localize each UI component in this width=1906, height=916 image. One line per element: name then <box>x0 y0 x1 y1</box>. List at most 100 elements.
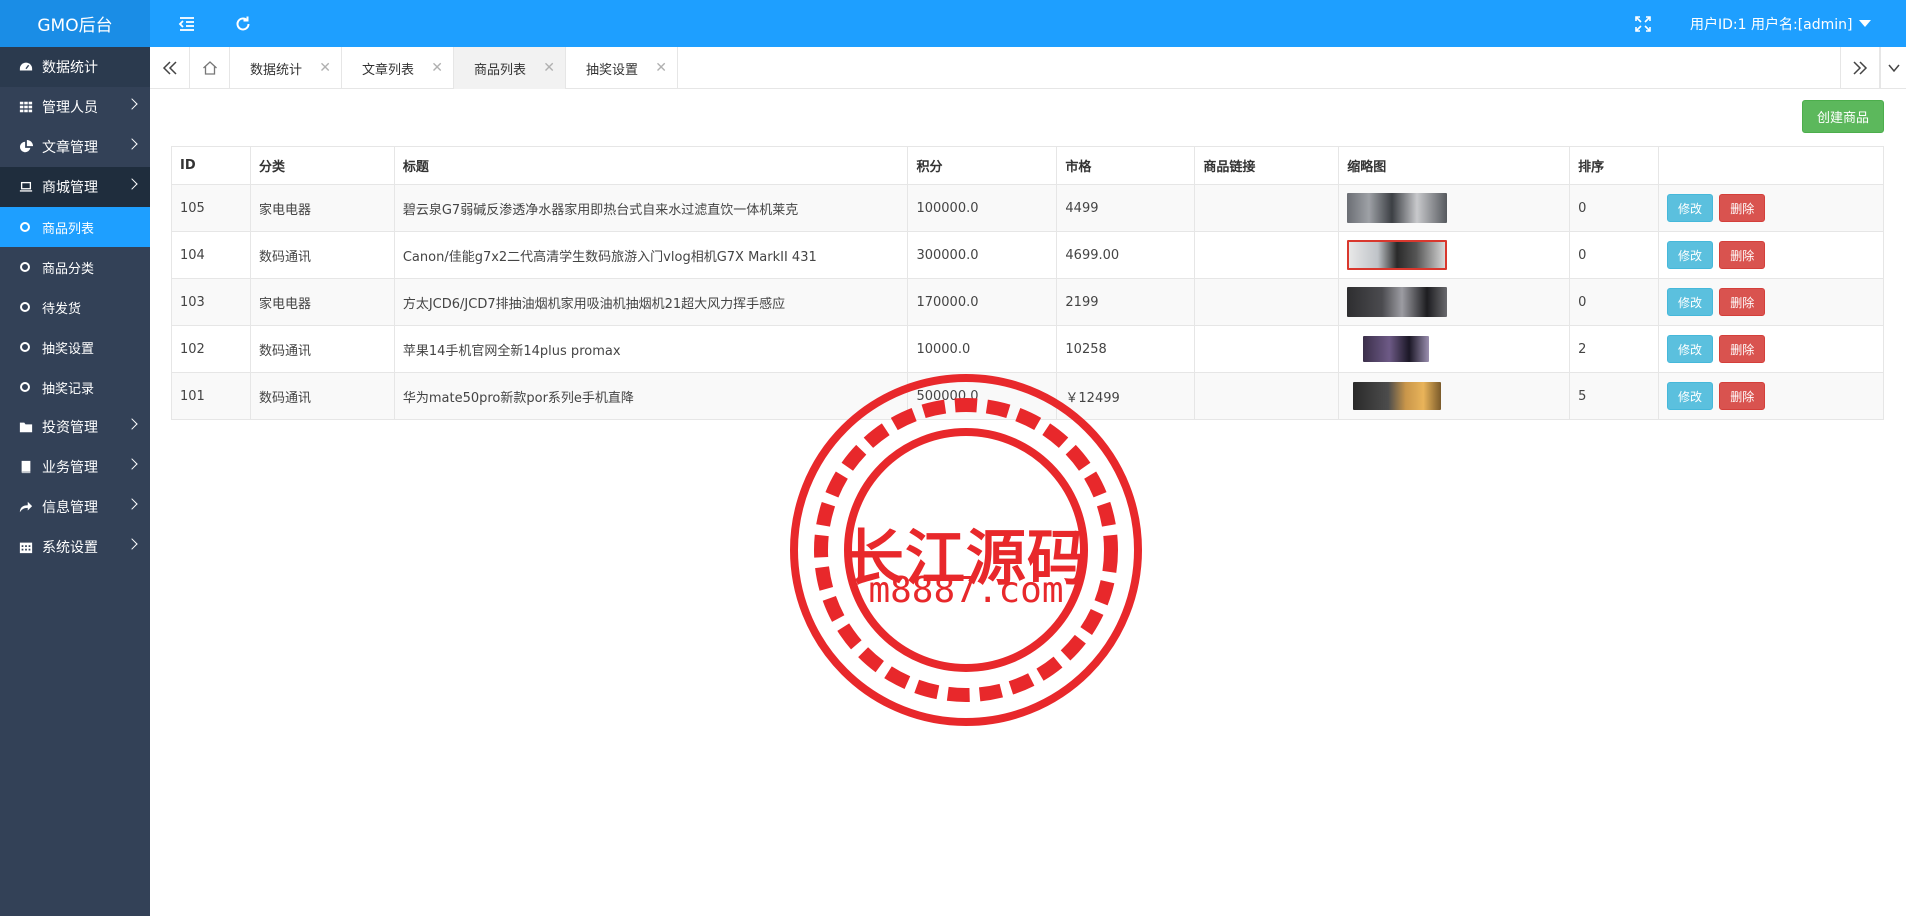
sidebar-item-label: 管理人员 <box>42 100 98 116</box>
sidebar-subitem-label: 商品列表 <box>42 221 95 237</box>
tab-article-list[interactable]: 文章列表 ✕ <box>342 47 454 89</box>
cell-id: 105 <box>171 184 251 232</box>
sidebar-subitem-lottery-settings[interactable]: 抽奖设置 <box>0 327 150 367</box>
cell-sort: 0 <box>1569 231 1660 279</box>
sidebar-subitem-label: 商品分类 <box>42 261 95 277</box>
close-icon[interactable]: ✕ <box>319 60 331 76</box>
sidebar-subitem-product-category[interactable]: 商品分类 <box>0 247 150 287</box>
chevron-right-icon <box>126 498 138 510</box>
circle-icon <box>20 262 30 272</box>
sidebar-item-label: 投资管理 <box>42 420 98 436</box>
refresh-button[interactable] <box>220 0 266 47</box>
sidebar-item-shop[interactable]: 商城管理 <box>0 167 150 207</box>
edit-button[interactable]: 修改 <box>1667 382 1714 410</box>
sidebar-item-dashboard[interactable]: 数据统计 <box>0 47 150 87</box>
sidebar-item-system-settings[interactable]: 系统设置 <box>0 527 150 567</box>
column-header-thumbnail: 缩略图 <box>1338 146 1571 185</box>
circle-icon <box>20 222 30 232</box>
indent-icon <box>178 16 194 31</box>
cell-actions: 修改 删除 <box>1658 231 1884 279</box>
cell-points: 10000.0 <box>907 325 1058 373</box>
calendar-icon <box>18 539 34 555</box>
table-row: 101 数码通讯 华为mate50pro新款por系列e手机直降 500000.… <box>171 372 1884 420</box>
cell-thumbnail <box>1338 184 1571 232</box>
collapse-sidebar-button[interactable] <box>164 0 210 47</box>
fullscreen-icon <box>1635 15 1651 32</box>
dashboard-icon <box>18 59 34 75</box>
sidebar-item-information[interactable]: 信息管理 <box>0 487 150 527</box>
cell-title: Canon/佳能g7x2二代高清学生数码旅游入门vlog相机G7X MarkII… <box>393 231 909 279</box>
cell-points: 170000.0 <box>907 278 1058 326</box>
column-header-link: 商品链接 <box>1194 146 1340 185</box>
tab-scroll-right-button[interactable] <box>1840 47 1880 89</box>
edit-button[interactable]: 修改 <box>1667 335 1714 363</box>
tab-dashboard[interactable]: 数据统计 ✕ <box>230 47 342 89</box>
cell-points: 300000.0 <box>907 231 1058 279</box>
circle-icon <box>20 302 30 312</box>
column-header-title: 标题 <box>393 146 909 185</box>
column-header-price: 市格 <box>1056 146 1196 185</box>
delete-button[interactable]: 删除 <box>1719 288 1766 316</box>
tab-label: 抽奖设置 <box>586 62 639 78</box>
chevron-right-icon <box>126 458 138 470</box>
cell-thumbnail <box>1338 231 1571 279</box>
circle-icon <box>20 342 30 352</box>
table-row: 102 数码通讯 苹果14手机官网全新14plus promax 10000.0… <box>171 325 1884 373</box>
sidebar-item-admins[interactable]: 管理人员 <box>0 87 150 127</box>
top-bar: GMO后台 用户ID:1 用户名:[admin] <box>0 0 1906 47</box>
tab-label: 文章列表 <box>362 62 415 78</box>
chevron-down-icon <box>1887 64 1900 73</box>
sidebar-subitem-pending-shipment[interactable]: 待发货 <box>0 287 150 327</box>
table-row: 105 家电电器 碧云泉G7弱碱反渗透净水器家用即热台式自来水过滤直饮一体机莱克… <box>171 184 1884 232</box>
delete-button[interactable]: 删除 <box>1719 194 1766 222</box>
cell-id: 101 <box>171 372 251 420</box>
edit-button[interactable]: 修改 <box>1667 241 1714 269</box>
delete-button[interactable]: 删除 <box>1719 382 1766 410</box>
sidebar-item-investment[interactable]: 投资管理 <box>0 407 150 447</box>
edit-button[interactable]: 修改 <box>1667 194 1714 222</box>
app-brand: GMO后台 <box>0 0 150 47</box>
sidebar-item-label: 商城管理 <box>42 180 98 196</box>
delete-button[interactable]: 删除 <box>1719 335 1766 363</box>
close-icon[interactable]: ✕ <box>431 60 443 76</box>
tab-label: 数据统计 <box>250 62 303 78</box>
user-menu[interactable]: 用户ID:1 用户名:[admin] <box>1690 0 1871 47</box>
tab-lottery-settings[interactable]: 抽奖设置 ✕ <box>566 47 678 89</box>
sidebar: 数据统计 管理人员 文章管理 商城管理 商品列表 商品分类 待发货 抽奖设置 抽… <box>0 47 150 916</box>
product-thumbnail <box>1363 336 1430 362</box>
cell-price: 2199 <box>1056 278 1196 326</box>
fullscreen-button[interactable] <box>1620 0 1666 47</box>
close-icon[interactable]: ✕ <box>543 60 555 76</box>
close-icon[interactable]: ✕ <box>655 60 667 76</box>
tab-home[interactable] <box>190 47 230 89</box>
sidebar-subitem-lottery-records[interactable]: 抽奖记录 <box>0 367 150 407</box>
sidebar-item-articles[interactable]: 文章管理 <box>0 127 150 167</box>
user-label: 用户ID:1 用户名:[admin] <box>1690 16 1853 33</box>
create-product-button[interactable]: 创建商品 <box>1802 100 1884 133</box>
sidebar-item-business[interactable]: 业务管理 <box>0 447 150 487</box>
chevron-right-icon <box>126 178 138 190</box>
cell-price: 10258 <box>1056 325 1196 373</box>
cell-link <box>1194 231 1340 279</box>
delete-button[interactable]: 删除 <box>1719 241 1766 269</box>
laptop-icon <box>18 179 34 195</box>
sidebar-item-label: 数据统计 <box>42 60 98 76</box>
chevron-right-icon <box>126 98 138 110</box>
sidebar-subitem-product-list[interactable]: 商品列表 <box>0 207 150 247</box>
sidebar-item-label: 业务管理 <box>42 460 98 476</box>
cell-actions: 修改 删除 <box>1658 325 1884 373</box>
table-row: 103 家电电器 方太JCD6/JCD7排抽油烟机家用吸油机抽烟机21超大风力挥… <box>171 278 1884 326</box>
column-header-points: 积分 <box>907 146 1058 185</box>
cell-id: 103 <box>171 278 251 326</box>
double-chevron-right-icon <box>1853 61 1868 75</box>
cell-thumbnail <box>1338 372 1571 420</box>
chevron-right-icon <box>126 138 138 150</box>
product-thumbnail <box>1347 193 1448 223</box>
tab-product-list[interactable]: 商品列表 ✕ <box>454 47 566 89</box>
tab-scroll-left-button[interactable] <box>150 47 190 89</box>
double-chevron-left-icon <box>162 61 177 75</box>
edit-button[interactable]: 修改 <box>1667 288 1714 316</box>
column-header-sort: 排序 <box>1569 146 1660 185</box>
tab-menu-button[interactable] <box>1880 47 1906 89</box>
cell-link <box>1194 325 1340 373</box>
